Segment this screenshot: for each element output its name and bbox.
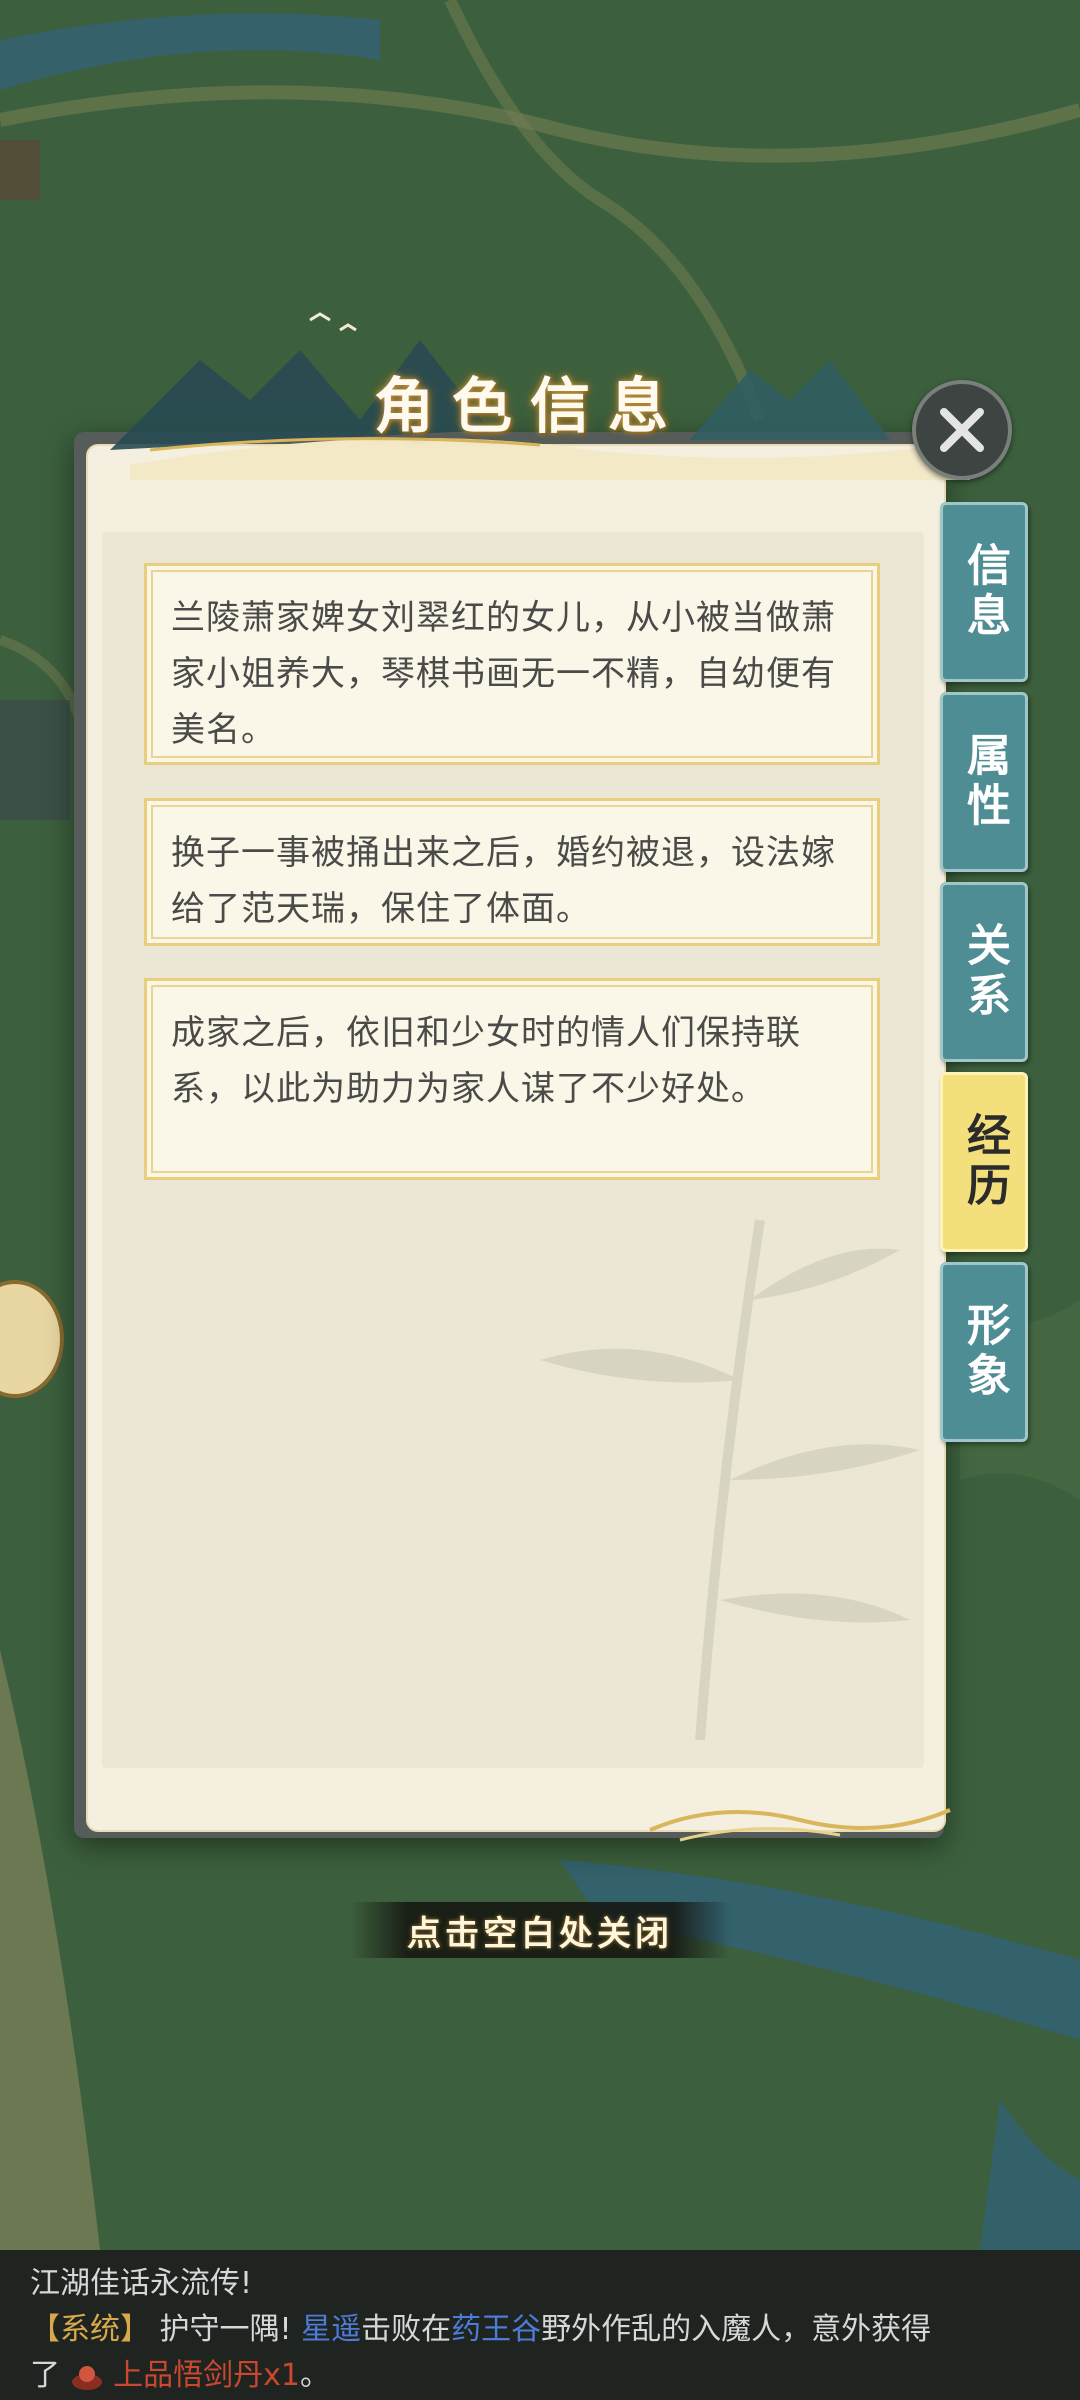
system-tag: 【系统】 bbox=[30, 2312, 150, 2347]
chat-text: 护守一隅! bbox=[159, 2312, 292, 2347]
world-chat-bar[interactable]: 江湖佳话永流传! 【系统】 护守一隅! 星遥击败在药王谷野外作乱的入魔人，意外获… bbox=[0, 2250, 1080, 2400]
experience-entry: 兰陵萧家婢女刘翠红的女儿，从小被当做萧家小姐养大，琴棋书画无一不精，自幼便有美名… bbox=[144, 563, 880, 765]
experience-entry: 换子一事被捅出来之后，婚约被退，设法嫁给了范天瑞，保住了体面。 bbox=[144, 798, 880, 946]
tab-label: 属性 bbox=[959, 732, 1010, 832]
cloud-footer-decoration bbox=[649, 1808, 951, 1842]
location-link[interactable]: 药王谷 bbox=[451, 2312, 541, 2347]
chat-text: 击败在 bbox=[361, 2312, 452, 2347]
chat-text: 野外作乱的入魔人，意外获得 bbox=[541, 2312, 932, 2347]
chat-text: 。 bbox=[299, 2358, 330, 2393]
tab-relations[interactable]: 关系 bbox=[940, 882, 1028, 1062]
close-button[interactable] bbox=[912, 380, 1012, 480]
chat-text: 江湖佳话永流传! bbox=[30, 2266, 253, 2301]
chat-text: 了 bbox=[30, 2358, 60, 2393]
tab-appearance[interactable]: 形象 bbox=[940, 1262, 1028, 1442]
panel-title: 角色信息 bbox=[374, 372, 686, 442]
chat-line: 【系统】 护守一隅! 星遥击败在药王谷野外作乱的入魔人，意外获得 bbox=[30, 2304, 931, 2348]
chat-line: 了 上品悟剑丹x1。 bbox=[30, 2350, 330, 2394]
pill-icon bbox=[71, 2365, 102, 2390]
tab-label: 关系 bbox=[959, 922, 1010, 1022]
tab-experience[interactable]: 经历 bbox=[940, 1072, 1028, 1252]
item-link[interactable]: 上品悟剑丹x1 bbox=[113, 2358, 300, 2393]
chat-line: 江湖佳话永流传! bbox=[30, 2258, 252, 2302]
tab-label: 经历 bbox=[959, 1112, 1010, 1212]
player-name-link[interactable]: 星遥 bbox=[301, 2312, 361, 2347]
hint-text: 点击空白处关闭 bbox=[407, 1913, 673, 1954]
tap-to-close-hint[interactable]: 点击空白处关闭 bbox=[350, 1902, 730, 1958]
bamboo-watermark bbox=[540, 1219, 920, 1740]
experience-entry: 成家之后，依旧和少女时的情人们保持联系，以此为助力为家人谋了不少好处。 bbox=[144, 978, 880, 1180]
tab-info[interactable]: 信息 bbox=[940, 502, 1028, 682]
tab-attributes[interactable]: 属性 bbox=[940, 692, 1028, 872]
tab-label: 形象 bbox=[959, 1302, 1010, 1402]
close-icon bbox=[940, 408, 984, 452]
tab-label: 信息 bbox=[959, 542, 1010, 642]
